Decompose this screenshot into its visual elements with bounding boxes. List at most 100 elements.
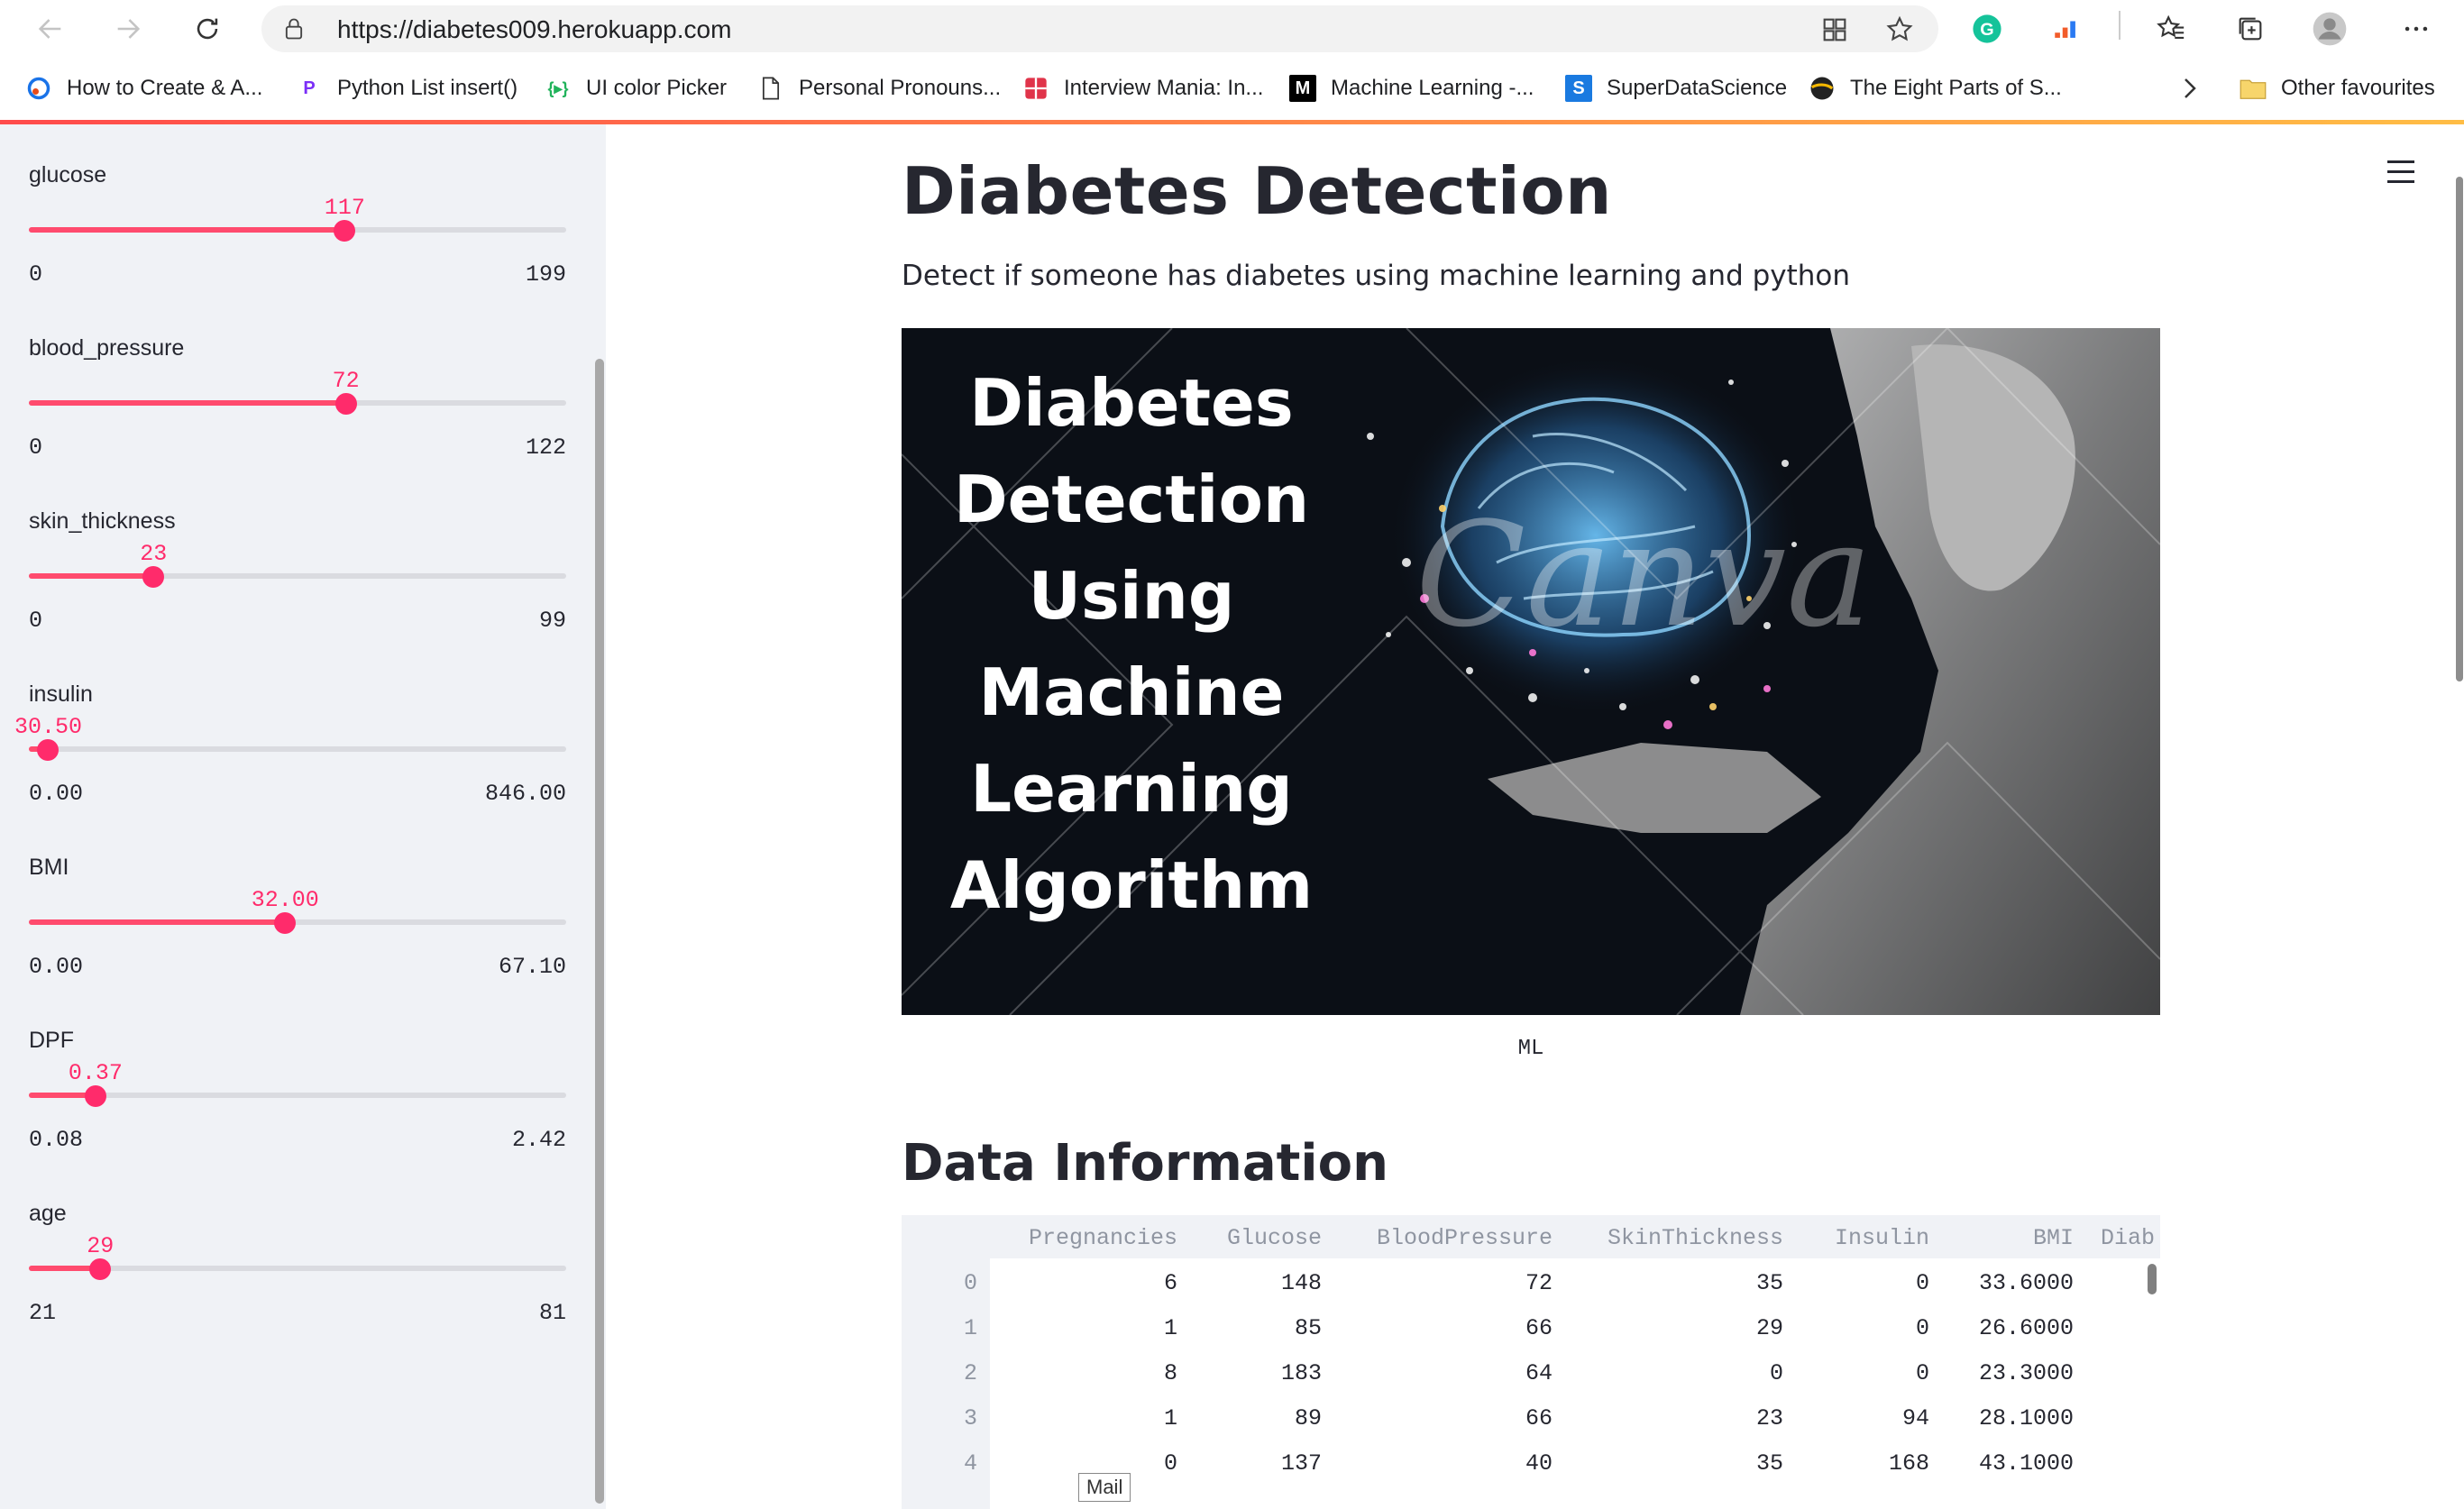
lock-icon [285,18,303,40]
slider-track[interactable] [29,746,566,752]
table-cell[interactable]: 168 [1783,1440,1929,1486]
table-cell[interactable]: 0 [1783,1350,1929,1395]
table-cell[interactable]: 40 [1322,1440,1553,1486]
table-scrollbar[interactable] [2148,1264,2157,1294]
more-menu-icon[interactable] [2398,11,2434,47]
slider-dpf[interactable]: DPF 0.37 0.08 2.42 [29,1028,566,1199]
table-cell[interactable]: 94 [1783,1395,1929,1440]
banner-line: Using [1028,558,1235,634]
table-cell[interactable] [2074,1305,2160,1350]
table-cell[interactable] [2074,1395,2160,1440]
bookmarks-overflow-button[interactable] [2180,70,2200,106]
collections-icon[interactable] [2232,11,2268,47]
bookmark-item[interactable]: Interview Mania: In... [1022,70,1263,106]
table-cell[interactable]: 26.6000 [1929,1305,2074,1350]
slider-min: 21 [29,1300,57,1326]
other-favourites[interactable]: Other favourites [2240,70,2435,106]
table-cell[interactable]: 66 [1322,1305,1553,1350]
table-cell[interactable]: 43.1000 [1929,1440,2074,1486]
banner-line: Detection [953,462,1310,537]
table-cell[interactable]: 33.6000 [1929,1260,2074,1305]
image-caption: ML [1517,1037,1544,1061]
table-cell[interactable]: 64 [1322,1350,1553,1395]
table-cell[interactable]: 0 [977,1440,1177,1486]
column-header[interactable]: Glucose [1177,1215,1322,1260]
slider-track[interactable] [29,400,566,406]
table-cell[interactable]: 85 [1177,1305,1322,1350]
bookmark-item[interactable]: P Python List insert() [296,70,518,106]
column-header[interactable]: BloodPressure [1322,1215,1553,1260]
slider-track[interactable] [29,573,566,579]
slider-thumb[interactable] [84,1085,106,1107]
table-cell[interactable]: 0 [1783,1260,1929,1305]
table-cell[interactable]: 35 [1553,1260,1783,1305]
slider-insulin[interactable]: insulin 30.50 0.00 846.00 [14,681,566,853]
slider-thumb[interactable] [89,1258,112,1280]
slider-thumb[interactable] [334,393,357,415]
column-header[interactable]: Diab [2074,1215,2160,1260]
bookmark-item[interactable]: S SuperDataScience [1565,70,1787,106]
table-cell[interactable]: 89 [1177,1395,1322,1440]
app-grid-icon[interactable] [1819,14,1850,45]
slider-thumb[interactable] [142,566,165,588]
index-header [902,1215,977,1260]
url-text[interactable]: https://diabetes009.herokuapp.com [337,15,731,44]
slider-value: 29 [87,1233,114,1259]
slider-track[interactable] [29,1093,566,1098]
slider-skin-thickness[interactable]: skin_thickness 23 0 99 [29,508,566,680]
table-cell[interactable]: 23 [1553,1395,1783,1440]
slider-value: 32.00 [251,887,319,913]
slider-thumb[interactable] [37,739,60,761]
table-cell[interactable]: 1 [977,1305,1177,1350]
table-cell[interactable]: 148 [1177,1260,1322,1305]
table-cell[interactable]: 1 [977,1395,1177,1440]
table-cell[interactable]: 183 [1177,1350,1322,1395]
extension-bars-icon[interactable] [2048,11,2084,47]
main-scrollbar[interactable] [2456,177,2463,681]
grammarly-icon[interactable]: G [1969,11,2005,47]
table-cell[interactable]: 66 [1322,1395,1553,1440]
bookmark-item[interactable]: How to Create & A... [25,70,262,106]
sidebar-scrollbar[interactable] [595,359,604,1504]
bookmark-item[interactable]: The Eight Parts of S... [1809,70,2062,106]
favourites-icon[interactable] [2153,11,2189,47]
bookmark-item[interactable]: Personal Pronouns... [757,70,1001,106]
slider-track[interactable] [29,227,566,233]
refresh-button[interactable] [184,5,231,52]
table-cell[interactable]: 8 [977,1350,1177,1395]
table-cell[interactable]: 35 [1553,1440,1783,1486]
table-cell[interactable]: 72 [1322,1260,1553,1305]
add-favourite-icon[interactable] [1884,14,1915,45]
table-cell[interactable] [2074,1440,2160,1486]
bookmark-item[interactable]: M Machine Learning -... [1289,70,1534,106]
back-button[interactable] [27,5,74,52]
data-table[interactable]: Pregnancies Glucose BloodPressure SkinTh… [902,1215,2160,1509]
slider-blood-pressure[interactable]: blood_pressure 72 0 122 [29,335,566,507]
table-cell[interactable]: 23.3000 [1929,1350,2074,1395]
profile-avatar[interactable] [2312,11,2348,47]
column-header[interactable]: Insulin [1783,1215,1929,1260]
bookmark-item[interactable]: {▸} UI color Picker [545,70,727,106]
bookmark-label: Personal Pronouns... [799,76,1002,100]
table-cell[interactable]: 137 [1177,1440,1322,1486]
table-cell[interactable]: 28.1000 [1929,1395,2074,1440]
slider-glucose[interactable]: glucose 117 0 199 [29,162,566,334]
slider-max: 2.42 [511,1127,566,1153]
slider-thumb[interactable] [334,220,356,242]
address-bar[interactable]: https://diabetes009.herokuapp.com [261,5,1938,52]
column-header[interactable]: Pregnancies [977,1215,1177,1260]
forward-button[interactable] [105,5,151,52]
slider-bmi[interactable]: BMI 32.00 0.00 67.10 [29,855,566,1026]
table-cell[interactable]: 0 [1553,1350,1783,1395]
hamburger-menu-icon[interactable] [2387,160,2416,186]
slider-min: 0 [29,261,43,288]
table-cell[interactable]: 6 [977,1260,1177,1305]
column-header[interactable]: BMI [1929,1215,2074,1260]
table-cell[interactable]: 0 [1783,1305,1929,1350]
table-cell[interactable] [2074,1350,2160,1395]
slider-age[interactable]: age 29 21 81 [29,1201,566,1372]
slider-thumb[interactable] [274,912,297,934]
table-cell[interactable]: 29 [1553,1305,1783,1350]
slider-track[interactable] [29,919,566,925]
column-header[interactable]: SkinThickness [1553,1215,1783,1260]
